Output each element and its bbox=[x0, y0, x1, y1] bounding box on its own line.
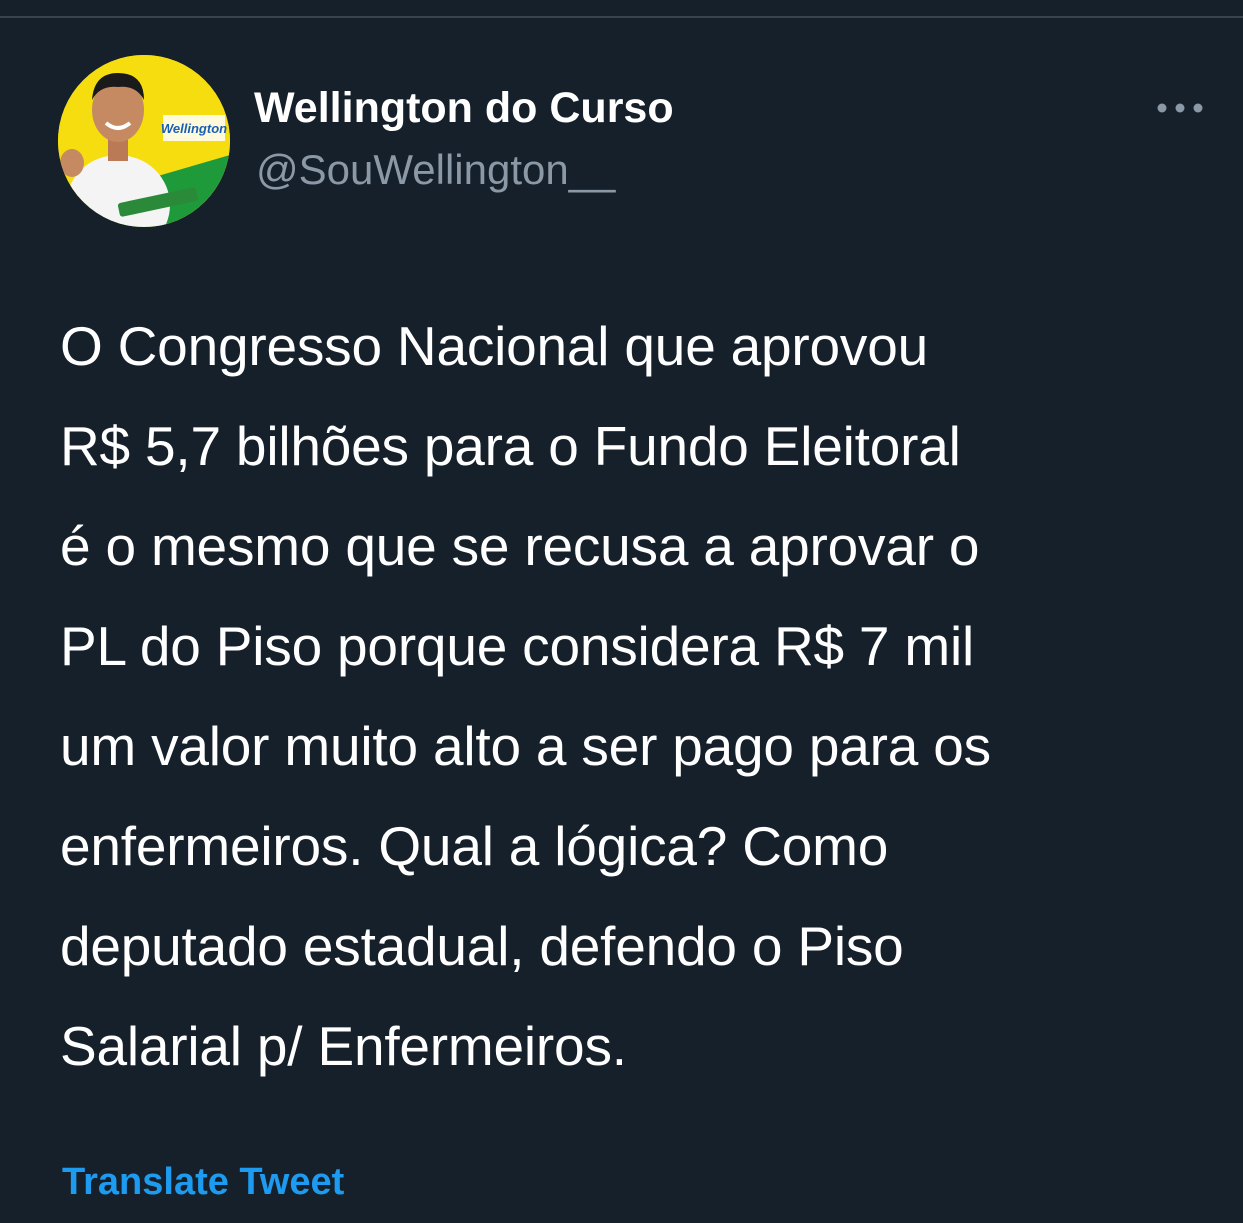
avatar[interactable]: Wellington bbox=[58, 55, 230, 227]
author-display-name[interactable]: Wellington do Curso bbox=[254, 84, 674, 133]
tweet-text-line: é o mesmo que se recusa a aprovar o bbox=[60, 515, 980, 577]
tweet-text-line: um valor muito alto a ser pago para os bbox=[60, 715, 991, 777]
avatar-logo-text: Wellington bbox=[161, 121, 227, 136]
avatar-image: Wellington bbox=[58, 55, 230, 227]
tweet-text-line: R$ 5,7 bilhões para o Fundo Eleitoral bbox=[60, 415, 961, 477]
author-handle[interactable]: @SouWellington__ bbox=[256, 146, 615, 194]
tweet-text-line: deputado estadual, defendo o Piso bbox=[60, 915, 904, 977]
tweet-text-line: enfermeiros. Qual a lógica? Como bbox=[60, 815, 889, 877]
more-options-button[interactable] bbox=[1150, 92, 1210, 124]
top-divider bbox=[0, 16, 1243, 18]
tweet-text-line: O Congresso Nacional que aprovou bbox=[60, 315, 929, 377]
tweet-text: O Congresso Nacional que aprovou R$ 5,7 … bbox=[60, 296, 1230, 1096]
ellipsis-icon bbox=[1157, 103, 1203, 113]
tweet-text-line: PL do Piso porque considera R$ 7 mil bbox=[60, 615, 975, 677]
tweet-text-line: Salarial p/ Enfermeiros. bbox=[60, 1015, 627, 1077]
translate-tweet-link[interactable]: Translate Tweet bbox=[62, 1161, 344, 1204]
